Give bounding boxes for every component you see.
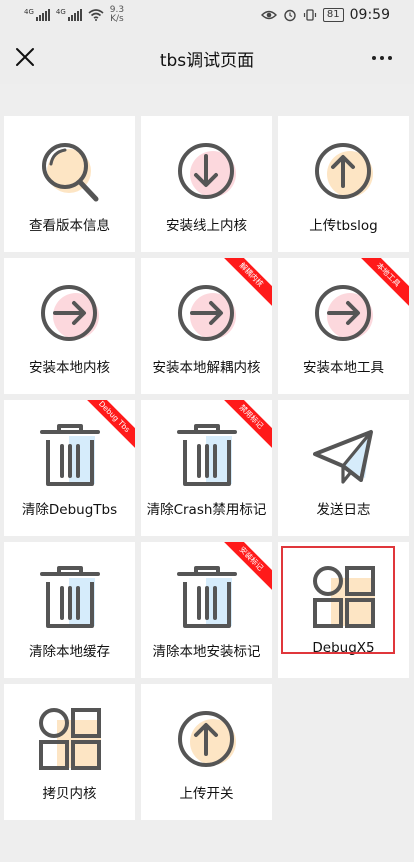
action-tile-label: 上传开关 — [179, 786, 234, 802]
network-speed-unit: K/s — [110, 14, 124, 24]
action-tile-label: 上传tbslog — [309, 218, 378, 234]
action-tile[interactable]: 安装线上内核 — [141, 116, 272, 252]
arrow-right-circle-icon — [39, 280, 101, 346]
page-title: tbs调试页面 — [159, 51, 255, 71]
action-tile-label: 清除本地安装标记 — [152, 644, 261, 660]
search-icon — [39, 138, 101, 204]
action-tile[interactable]: 清除DebugTbs Debug Tbs — [4, 400, 135, 536]
status-bar: 4G 4G 9.3 K/s 81 09:59 — [0, 0, 414, 30]
battery-icon: 81 — [322, 8, 344, 22]
trash-icon — [39, 564, 101, 630]
network-type-2: 4G — [55, 8, 66, 16]
action-tile[interactable]: 清除本地缓存 — [4, 542, 135, 678]
action-tile[interactable]: 安装本地工具 本地工具 — [278, 258, 409, 394]
upload-circle-icon — [313, 138, 375, 204]
more-options-icon[interactable] — [372, 48, 396, 68]
status-left: 4G 4G 9.3 K/s — [24, 6, 124, 24]
action-tile[interactable]: 上传开关 — [141, 684, 272, 820]
arrow-right-circle-icon — [313, 280, 375, 346]
clock: 09:59 — [349, 7, 390, 23]
trash-icon — [176, 564, 238, 630]
alarm-icon — [284, 9, 296, 22]
action-tile-label: 安装线上内核 — [166, 218, 247, 234]
action-tile[interactable]: 上传tbslog — [278, 116, 409, 252]
grid-apps-icon — [39, 706, 101, 772]
action-tile-label: 安装本地工具 — [303, 360, 384, 376]
paper-plane-icon — [313, 422, 375, 488]
upload-circle-icon — [176, 706, 238, 772]
cell-signal-icon: 4G — [56, 9, 82, 21]
action-tile[interactable]: 清除本地安装标记 安装标记 — [141, 542, 272, 678]
action-tile[interactable]: 安装本地解耦内核 解耦内核 — [141, 258, 272, 394]
selection-highlight — [281, 546, 395, 654]
action-tile-label: 拷贝内核 — [42, 786, 97, 802]
trash-icon — [176, 422, 238, 488]
action-tile-label: 清除Crash禁用标记 — [146, 502, 267, 518]
nav-bar: tbs调试页面 — [0, 30, 414, 84]
action-tile-label: 清除DebugTbs — [21, 502, 118, 518]
action-tile[interactable]: 清除Crash禁用标记 禁用标记 — [141, 400, 272, 536]
action-tile-label: 发送日志 — [316, 502, 371, 518]
action-tile[interactable]: 发送日志 — [278, 400, 409, 536]
action-tile[interactable]: 查看版本信息 — [4, 116, 135, 252]
wifi-icon — [88, 9, 104, 21]
action-tile[interactable]: 拷贝内核 — [4, 684, 135, 820]
eye-icon — [260, 10, 277, 20]
trash-icon — [39, 422, 101, 488]
action-tile-label: 查看版本信息 — [29, 218, 110, 234]
cell-signal-icon: 4G — [24, 9, 50, 21]
network-speed: 9.3 K/s — [110, 6, 124, 24]
network-type-1: 4G — [24, 8, 34, 16]
action-tile-label: 安装本地内核 — [29, 360, 110, 376]
action-tile[interactable]: 安装本地内核 — [4, 258, 135, 394]
vibrate-icon — [303, 9, 317, 21]
download-circle-icon — [176, 138, 238, 204]
action-tile-label: 安装本地解耦内核 — [152, 360, 261, 376]
status-right: 81 09:59 — [260, 7, 390, 23]
action-tile-label: 清除本地缓存 — [29, 644, 110, 660]
arrow-right-circle-icon — [176, 280, 238, 346]
